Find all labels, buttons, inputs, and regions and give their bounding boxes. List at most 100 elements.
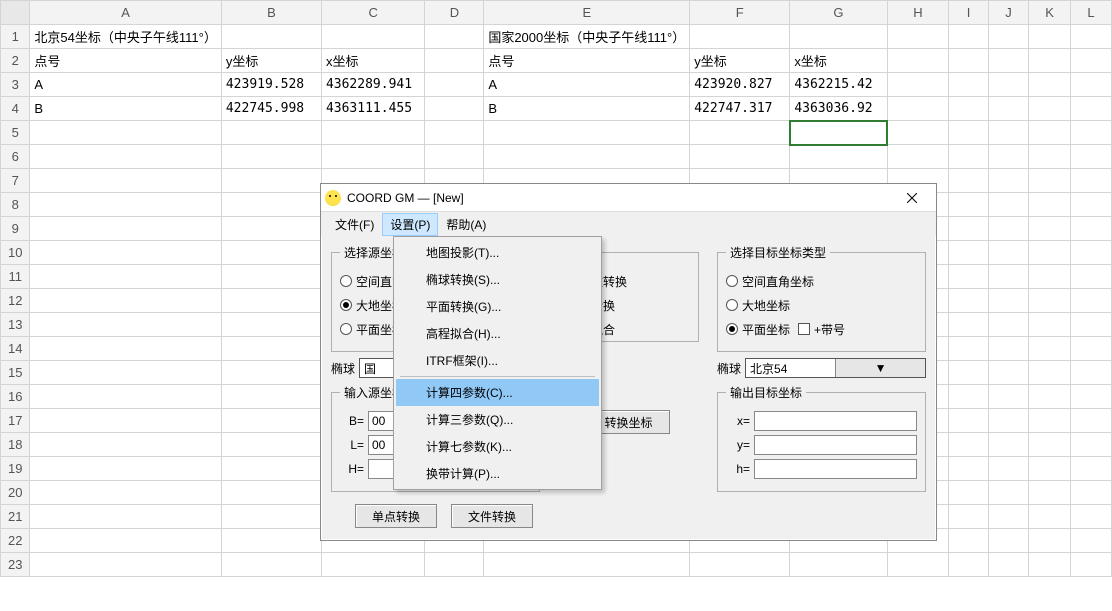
cell[interactable]: [1070, 73, 1111, 97]
cell[interactable]: [1070, 121, 1111, 145]
cell[interactable]: [949, 121, 988, 145]
cell[interactable]: [1029, 49, 1071, 73]
cell[interactable]: [1029, 97, 1071, 121]
cell[interactable]: [1029, 121, 1071, 145]
cell[interactable]: [1029, 73, 1071, 97]
cell[interactable]: [425, 97, 484, 121]
col-header[interactable]: F: [690, 1, 790, 25]
row-header[interactable]: 7: [1, 169, 30, 193]
cell[interactable]: [690, 25, 790, 49]
row-header[interactable]: 3: [1, 73, 30, 97]
single-convert-button[interactable]: 单点转换: [355, 504, 437, 528]
cell[interactable]: [30, 121, 221, 145]
radio-dst-geodetic[interactable]: 大地坐标: [726, 295, 917, 315]
cell[interactable]: [221, 121, 321, 145]
cell[interactable]: [1070, 49, 1111, 73]
menuitem-height-fit[interactable]: 高程拟合(H)...: [396, 320, 599, 347]
cell[interactable]: x坐标: [790, 49, 887, 73]
col-header[interactable]: H: [887, 1, 949, 25]
row-header[interactable]: 2: [1, 49, 30, 73]
row-header[interactable]: 15: [1, 361, 30, 385]
col-header[interactable]: G: [790, 1, 887, 25]
cell[interactable]: 4362289.941: [321, 73, 425, 97]
cell[interactable]: y坐标: [690, 49, 790, 73]
menuitem-itrf-frame[interactable]: ITRF框架(I)...: [396, 347, 599, 374]
menuitem-calc-3params[interactable]: 计算三参数(Q)...: [396, 406, 599, 433]
cell[interactable]: [988, 73, 1029, 97]
col-header[interactable]: I: [949, 1, 988, 25]
row-header[interactable]: 13: [1, 313, 30, 337]
dst-ellipsoid-combo[interactable]: 北京54 ▼: [745, 358, 926, 378]
cell[interactable]: [484, 121, 690, 145]
cell[interactable]: [790, 25, 887, 49]
file-convert-button[interactable]: 文件转换: [451, 504, 533, 528]
row-header[interactable]: 21: [1, 505, 30, 529]
row-header[interactable]: 18: [1, 433, 30, 457]
cell[interactable]: [425, 121, 484, 145]
menuitem-map-projection[interactable]: 地图投影(T)...: [396, 239, 599, 266]
cell[interactable]: [988, 121, 1029, 145]
col-header[interactable]: B: [221, 1, 321, 25]
menuitem-calc-4params[interactable]: 计算四参数(C)...: [396, 379, 599, 406]
cell[interactable]: B: [30, 97, 221, 121]
row-header[interactable]: 14: [1, 337, 30, 361]
cell[interactable]: [690, 121, 790, 145]
col-header[interactable]: D: [425, 1, 484, 25]
cell[interactable]: [949, 73, 988, 97]
row-header[interactable]: 10: [1, 241, 30, 265]
col-header[interactable]: C: [321, 1, 425, 25]
cell[interactable]: [321, 25, 425, 49]
cell[interactable]: A: [30, 73, 221, 97]
cell[interactable]: 422747.317: [690, 97, 790, 121]
col-header[interactable]: A: [30, 1, 221, 25]
cell[interactable]: [887, 73, 949, 97]
row-header[interactable]: 17: [1, 409, 30, 433]
cell[interactable]: 点号: [30, 49, 221, 73]
cell[interactable]: 423919.528: [221, 73, 321, 97]
row-header[interactable]: 23: [1, 553, 30, 577]
cell[interactable]: [425, 73, 484, 97]
row-header[interactable]: 11: [1, 265, 30, 289]
cell[interactable]: B: [484, 97, 690, 121]
row-header[interactable]: 19: [1, 457, 30, 481]
radio-dst-space[interactable]: 空间直角坐标: [726, 271, 917, 291]
cell[interactable]: [887, 25, 949, 49]
output-x[interactable]: [754, 411, 917, 431]
cell[interactable]: [949, 97, 988, 121]
cell[interactable]: [887, 49, 949, 73]
cell[interactable]: y坐标: [221, 49, 321, 73]
cell[interactable]: [30, 145, 221, 169]
cell[interactable]: 422745.998: [221, 97, 321, 121]
cell[interactable]: [1070, 25, 1111, 49]
menu-file[interactable]: 文件(F): [327, 213, 382, 236]
cell[interactable]: [949, 25, 988, 49]
cell[interactable]: [887, 121, 949, 145]
cell[interactable]: [1070, 97, 1111, 121]
cell[interactable]: [221, 25, 321, 49]
row-header[interactable]: 9: [1, 217, 30, 241]
cell[interactable]: 点号: [484, 49, 690, 73]
menuitem-plane-transform[interactable]: 平面转换(G)...: [396, 293, 599, 320]
menuitem-ellipsoid-transform[interactable]: 椭球转换(S)...: [396, 266, 599, 293]
cell[interactable]: 423920.827: [690, 73, 790, 97]
cell[interactable]: 北京54坐标（中央子午线111°）: [30, 25, 221, 49]
row-header[interactable]: 20: [1, 481, 30, 505]
col-header[interactable]: E: [484, 1, 690, 25]
row-header[interactable]: 5: [1, 121, 30, 145]
menuitem-calc-7params[interactable]: 计算七参数(K)...: [396, 433, 599, 460]
row-header[interactable]: 1: [1, 25, 30, 49]
active-cell[interactable]: [790, 121, 887, 145]
cell[interactable]: [887, 97, 949, 121]
row-header[interactable]: 12: [1, 289, 30, 313]
cell[interactable]: [1029, 25, 1071, 49]
cell[interactable]: 国家2000坐标（中央子午线111°）: [484, 25, 690, 49]
menu-help[interactable]: 帮助(A): [438, 213, 494, 236]
cell[interactable]: x坐标: [321, 49, 425, 73]
row-header[interactable]: 8: [1, 193, 30, 217]
close-button[interactable]: [892, 184, 932, 212]
cell[interactable]: [425, 25, 484, 49]
cell[interactable]: [949, 49, 988, 73]
cell[interactable]: 4362215.42: [790, 73, 887, 97]
cell[interactable]: 4363111.455: [321, 97, 425, 121]
select-all-corner[interactable]: [1, 1, 30, 25]
